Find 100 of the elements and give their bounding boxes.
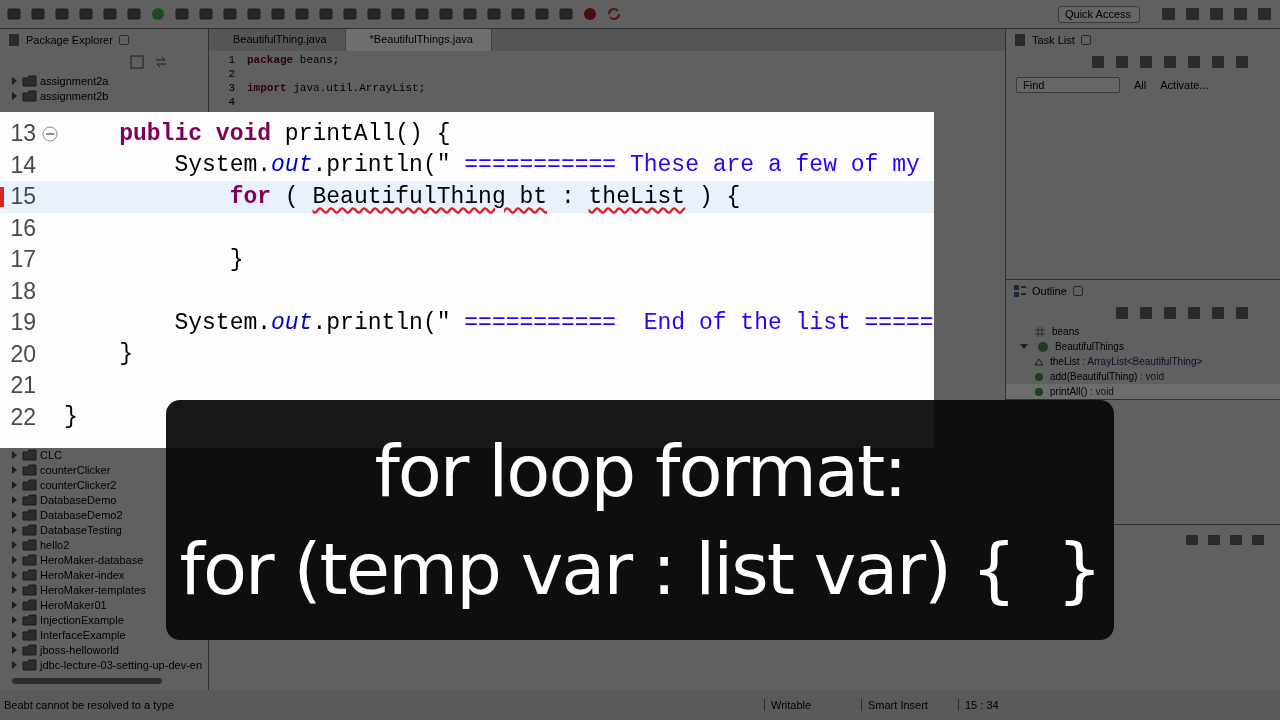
- tool-icon[interactable]: [222, 6, 238, 22]
- tool-icon[interactable]: [510, 6, 526, 22]
- find-field[interactable]: Find: [1016, 77, 1120, 93]
- expand-arrow-icon[interactable]: [12, 645, 17, 654]
- expand-arrow-icon[interactable]: [12, 570, 17, 579]
- project-name[interactable]: InjectionExample: [40, 613, 124, 626]
- scrollbar[interactable]: [12, 678, 162, 684]
- tool-icon[interactable]: [246, 6, 262, 22]
- tool-icon[interactable]: [1206, 533, 1222, 547]
- expand-arrow-icon[interactable]: [12, 660, 17, 669]
- tool-icon[interactable]: [270, 6, 286, 22]
- expand-arrow-icon[interactable]: [12, 495, 17, 504]
- tool-icon[interactable]: [1186, 54, 1202, 70]
- editor-tab[interactable]: *BeautifulThings.java: [345, 29, 492, 51]
- outline-row[interactable]: theList : ArrayList<BeautifulThing>: [1006, 354, 1280, 369]
- project-name[interactable]: jboss-helloworld: [40, 643, 119, 656]
- project-name[interactable]: HeroMaker01: [40, 598, 107, 611]
- run-icon[interactable]: [150, 6, 166, 22]
- quick-access-field[interactable]: Quick Access: [1058, 5, 1140, 23]
- filter-link[interactable]: Activate...: [1160, 79, 1209, 91]
- project-name[interactable]: assignment2a: [40, 74, 109, 87]
- tool-icon[interactable]: [342, 6, 358, 22]
- expand-arrow-icon[interactable]: [12, 465, 17, 474]
- dot-icon[interactable]: [582, 6, 598, 22]
- tool-icon[interactable]: [30, 6, 46, 22]
- project-name[interactable]: HeroMaker-database: [40, 553, 144, 566]
- expand-arrow-icon[interactable]: [12, 555, 17, 564]
- project-name[interactable]: DatabaseTesting: [40, 523, 122, 536]
- member-name[interactable]: beans: [1052, 326, 1080, 337]
- project-name[interactable]: jdbc-lecture-03-setting-up-dev-en: [40, 658, 203, 671]
- tool-icon[interactable]: [102, 6, 118, 22]
- outline-row[interactable]: printAll() : void: [1006, 384, 1280, 399]
- tool-icon[interactable]: [462, 6, 478, 22]
- member-name[interactable]: BeautifulThings: [1055, 341, 1124, 352]
- collapse-icon[interactable]: [130, 55, 144, 69]
- tool-icon[interactable]: [1234, 54, 1250, 70]
- tool-icon[interactable]: [1114, 305, 1130, 321]
- panel-title[interactable]: Task List: [1032, 34, 1075, 46]
- tool-icon[interactable]: [198, 6, 214, 22]
- tool-icon[interactable]: [1138, 54, 1154, 70]
- link-icon[interactable]: [154, 55, 168, 69]
- tool-icon[interactable]: [390, 6, 406, 22]
- tool-icon[interactable]: [1186, 305, 1202, 321]
- project-name[interactable]: CLC: [40, 448, 62, 461]
- close-icon[interactable]: [1080, 35, 1091, 45]
- expand-arrow-icon[interactable]: [12, 480, 17, 489]
- tool-icon[interactable]: [78, 6, 94, 22]
- tool-icon[interactable]: [1234, 305, 1250, 321]
- tool-icon[interactable]: [1210, 305, 1226, 321]
- expand-arrow-icon[interactable]: [12, 630, 17, 639]
- project-name[interactable]: hello2: [40, 538, 70, 551]
- project-name[interactable]: counterClicker: [40, 463, 111, 476]
- expand-arrow-icon[interactable]: [12, 525, 17, 534]
- tool-icon[interactable]: [1210, 54, 1226, 70]
- tool-icon[interactable]: [294, 6, 310, 22]
- project-name[interactable]: HeroMaker-index: [40, 568, 125, 581]
- project-name[interactable]: HeroMaker-templates: [40, 583, 146, 596]
- tool-icon[interactable]: [486, 6, 502, 22]
- panel-title[interactable]: Package Explorer: [26, 34, 113, 46]
- expand-arrow-icon[interactable]: [12, 615, 17, 624]
- project-name[interactable]: DatabaseDemo: [40, 493, 117, 506]
- tool-icon[interactable]: [6, 6, 22, 22]
- tool-icon[interactable]: [1184, 533, 1200, 547]
- collapse-icon[interactable]: [42, 125, 58, 142]
- tool-icon[interactable]: [534, 6, 550, 22]
- tool-icon[interactable]: [174, 6, 190, 22]
- tool-icon[interactable]: [366, 6, 382, 22]
- expand-arrow-icon[interactable]: [12, 540, 17, 549]
- tool-icon[interactable]: [1228, 533, 1244, 547]
- tool-icon[interactable]: [1090, 54, 1106, 70]
- tool-icon[interactable]: [1162, 54, 1178, 70]
- expand-arrow-icon[interactable]: [12, 91, 17, 100]
- tool-icon[interactable]: [414, 6, 430, 22]
- close-icon[interactable]: [1072, 286, 1083, 296]
- panel-title[interactable]: Outline: [1032, 285, 1067, 297]
- tool-icon[interactable]: [54, 6, 70, 22]
- expand-arrow-icon[interactable]: [12, 510, 17, 519]
- expand-arrow-icon[interactable]: [12, 600, 17, 609]
- tool-icon[interactable]: [1162, 305, 1178, 321]
- project-name[interactable]: InterfaceExample: [40, 628, 126, 641]
- outline-icon: [1014, 285, 1026, 297]
- tool-icon[interactable]: [558, 6, 574, 22]
- filter-link[interactable]: All: [1134, 79, 1147, 91]
- tool-icon[interactable]: [1250, 533, 1266, 547]
- project-name[interactable]: assignment2b: [40, 89, 109, 102]
- expand-arrow-icon[interactable]: [1020, 344, 1028, 349]
- tool-icon[interactable]: [126, 6, 142, 22]
- close-icon[interactable]: [118, 35, 129, 45]
- editor-tab[interactable]: BeautifulThing.java: [209, 29, 346, 51]
- tool-icon[interactable]: [1138, 305, 1154, 321]
- project-folder-icon: [22, 628, 38, 641]
- tool-icon[interactable]: [438, 6, 454, 22]
- tool-icon[interactable]: [1114, 54, 1130, 70]
- tool-icon[interactable]: [318, 6, 334, 22]
- expand-arrow-icon[interactable]: [12, 76, 17, 85]
- outline-row[interactable]: add(BeautifulThing) : void: [1006, 369, 1280, 384]
- project-name[interactable]: DatabaseDemo2: [40, 508, 123, 521]
- expand-arrow-icon[interactable]: [12, 585, 17, 594]
- refresh-icon[interactable]: [606, 6, 622, 22]
- project-name[interactable]: counterClicker2: [40, 478, 117, 491]
